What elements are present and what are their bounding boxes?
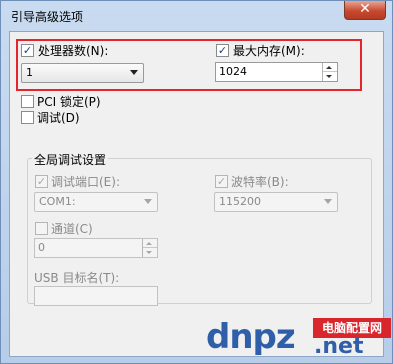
pci-lock-label: PCI 锁定(P): [37, 95, 101, 109]
channel-value: 0: [38, 241, 45, 254]
chevron-down-icon: [130, 70, 138, 75]
processors-checkbox[interactable]: ✓: [21, 44, 34, 57]
channel-label: 通道(C): [51, 222, 93, 236]
debug-port-select[interactable]: COM1:: [34, 192, 158, 212]
pci-lock-checkbox[interactable]: [21, 95, 34, 108]
debug-port-value: COM1:: [39, 195, 76, 208]
dialog-window: 引导高级选项 ✕ ✓ 处理器数(N): 1 ✓ 最大内存(M): 1024 PC…: [0, 0, 393, 364]
debug-port-label: 调试端口(E):: [51, 175, 120, 189]
baud-rate-select[interactable]: 115200: [214, 192, 338, 212]
title-bar[interactable]: 引导高级选项 ✕: [1, 1, 392, 31]
watermark-logo: dnpz: [206, 317, 296, 357]
max-memory-label: 最大内存(M):: [233, 44, 305, 58]
arrow-down-icon: [146, 251, 152, 254]
baud-rate-value: 115200: [219, 195, 261, 208]
debug-checkbox[interactable]: [21, 111, 34, 124]
processors-select[interactable]: 1: [21, 63, 144, 83]
channel-stepper[interactable]: 0: [34, 238, 158, 258]
increment-button[interactable]: [143, 239, 157, 248]
site-watermark: dnpz 电脑配置网 .net: [206, 317, 392, 363]
close-button[interactable]: ✕: [344, 1, 386, 20]
channel-checkbox[interactable]: [35, 222, 48, 235]
debug-label: 调试(D): [37, 111, 80, 125]
watermark-domain: .net: [314, 334, 364, 359]
baud-rate-label: 波特率(B):: [231, 175, 289, 189]
chevron-down-icon: [144, 199, 152, 204]
max-memory-checkbox[interactable]: ✓: [216, 44, 229, 57]
global-debug-title: 全局调试设置: [32, 151, 109, 168]
baud-rate-checkbox[interactable]: ✓: [215, 175, 228, 188]
debug-port-checkbox[interactable]: ✓: [35, 175, 48, 188]
decrement-button[interactable]: [143, 248, 157, 257]
chevron-down-icon: [324, 199, 332, 204]
decrement-button[interactable]: [323, 72, 337, 81]
arrow-down-icon: [326, 75, 332, 78]
max-memory-stepper[interactable]: 1024: [215, 62, 338, 82]
processors-label: 处理器数(N):: [38, 44, 109, 58]
stepper-buttons: [322, 63, 337, 81]
stepper-buttons: [142, 239, 157, 257]
window-title: 引导高级选项: [11, 10, 84, 24]
dialog-content: ✓ 处理器数(N): 1 ✓ 最大内存(M): 1024 PCI 锁定(P) 调…: [9, 31, 384, 357]
processors-value: 1: [26, 66, 33, 79]
arrow-up-icon: [326, 66, 332, 69]
max-memory-value: 1024: [219, 65, 247, 78]
usb-target-label: USB 目标名(T):: [34, 271, 120, 285]
increment-button[interactable]: [323, 63, 337, 72]
usb-target-input[interactable]: [34, 286, 158, 306]
arrow-up-icon: [146, 242, 152, 245]
